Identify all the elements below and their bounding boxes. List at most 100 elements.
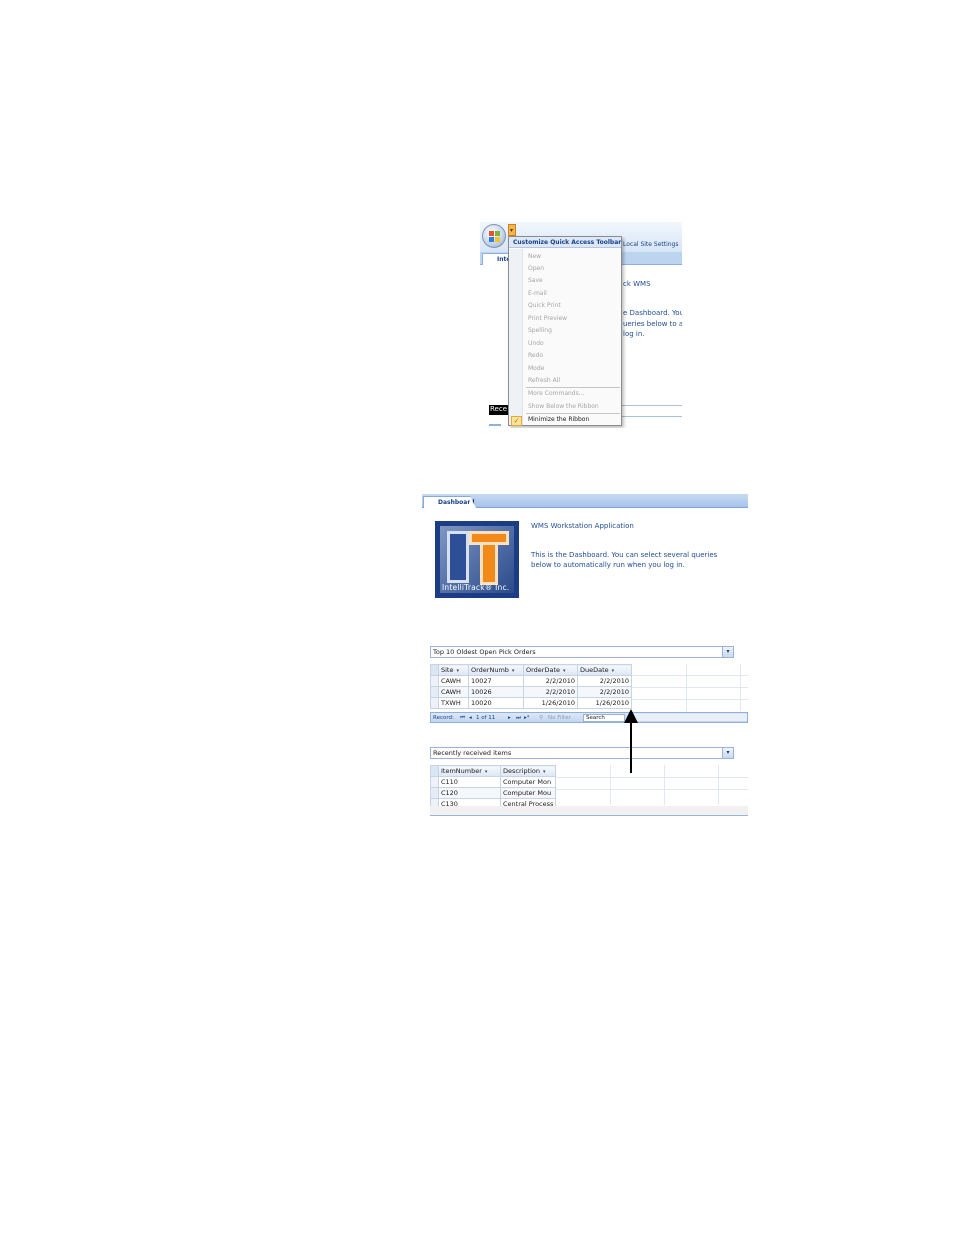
menu-item-minimize-ribbon[interactable]: Minimize the Ribbon [528, 416, 589, 423]
menu-icon-gutter [509, 249, 523, 425]
previous-record-icon[interactable]: ◂ [469, 715, 472, 721]
customize-qat-button[interactable]: ▾ [508, 224, 516, 236]
query-select-2[interactable]: Recently received items ▾ [430, 747, 734, 759]
grid-line [664, 765, 665, 805]
column-header-duedate[interactable]: DueDate ▾ [577, 664, 632, 676]
menu-item-mode[interactable]: Mode [528, 365, 544, 372]
grid-line [686, 664, 687, 711]
menu-item-quick-print[interactable]: Quick Print [528, 302, 561, 309]
sort-arrow-icon: ▾ [563, 668, 566, 674]
cell-ordernumber[interactable]: 10027 [468, 675, 524, 687]
office-logo-icon [489, 231, 501, 243]
office-button[interactable] [482, 224, 506, 248]
received-items-table: ItemNumber ▾ Description ▾ C110 Computer M… [430, 765, 557, 810]
menu-separator [526, 387, 620, 388]
column-header-orderdate[interactable]: OrderDate ▾ [523, 664, 578, 676]
menu-item-undo[interactable]: Undo [528, 340, 544, 347]
row-selector[interactable] [430, 776, 439, 788]
menu-item-spelling[interactable]: Spelling [528, 327, 552, 334]
table-row[interactable]: TXWH 10020 1/26/2010 1/26/2010 [430, 697, 632, 709]
menu-title: Customize Quick Access Toolbar [509, 237, 621, 248]
column-header-itemnumber[interactable]: ItemNumber ▾ [438, 765, 501, 777]
local-site-settings-tab[interactable]: Local Site Settings [623, 241, 679, 248]
grid-line [740, 664, 741, 711]
chevron-down-icon[interactable]: ▾ [722, 748, 733, 758]
menu-item-more-commands[interactable]: More Commands... [528, 390, 584, 397]
select-all-cell[interactable] [430, 664, 439, 676]
sort-arrow-icon: ▾ [484, 769, 488, 775]
cell-ordernumber[interactable]: 10026 [468, 686, 524, 698]
background-text: ueries below to a [623, 320, 682, 328]
next-record-icon[interactable]: ▸ [508, 715, 511, 721]
table-footer-area [430, 806, 748, 816]
menu-item-open[interactable]: Open [528, 265, 544, 272]
cell-duedate[interactable]: 2/2/2010 [577, 686, 632, 698]
menu-item-save[interactable]: Save [528, 277, 543, 284]
grid-line [632, 699, 748, 700]
funnel-icon: ⚲ [539, 715, 544, 721]
sort-arrow-icon: ▾ [456, 668, 459, 674]
row-selector[interactable] [430, 697, 439, 709]
search-input[interactable]: Search [583, 714, 625, 722]
cell-ordernumber[interactable]: 10020 [468, 697, 524, 709]
cell-description[interactable]: Computer Mon [499, 776, 557, 788]
last-record-icon[interactable]: ⏭ [516, 715, 521, 722]
table-row[interactable]: C110 Computer Mon [430, 776, 557, 788]
tab-dashboard[interactable]: Dashboard [423, 496, 476, 508]
query-select-value: Recently received items [433, 749, 512, 757]
table-row[interactable]: C120 Computer Mou [430, 787, 557, 799]
sort-arrow-icon: ▾ [511, 668, 515, 674]
chevron-down-icon[interactable]: ▾ [722, 647, 733, 657]
menu-item-refresh-all[interactable]: Refresh All [528, 377, 560, 384]
menu-separator [526, 413, 620, 414]
chevron-down-icon: ▾ [510, 227, 514, 234]
record-position[interactable]: 1 of 11 [476, 715, 495, 721]
checkmark-icon: ✓ [511, 416, 522, 426]
cell-site[interactable]: TXWH [438, 697, 469, 709]
first-record-icon[interactable]: ⏮ [460, 715, 465, 722]
column-header-ordernumber[interactable]: OrderNumb ▾ [468, 664, 524, 676]
menu-item-email[interactable]: E-mail [528, 290, 547, 297]
background-text: e Dashboard. You [623, 309, 682, 317]
menu-item-show-below-ribbon[interactable]: Show Below the Ribbon [528, 403, 599, 410]
column-header-description[interactable]: Description ▾ [499, 765, 557, 777]
no-filter-button[interactable]: No Filter [548, 715, 571, 721]
cell-itemnumber[interactable]: C120 [438, 787, 501, 799]
cell-orderdate[interactable]: 2/2/2010 [523, 686, 578, 698]
tab-intellitrack[interactable]: Inte [482, 253, 510, 265]
menu-item-redo[interactable]: Redo [528, 352, 543, 359]
table-row[interactable]: CAWH 10026 2/2/2010 2/2/2010 [430, 686, 632, 698]
table-row[interactable]: CAWH 10027 2/2/2010 2/2/2010 [430, 675, 632, 687]
column-header-site[interactable]: Site ▾ [438, 664, 469, 676]
select-all-cell[interactable] [430, 765, 439, 777]
query-select-value: Top 10 Oldest Open Pick Orders [433, 648, 536, 656]
cell-site[interactable]: CAWH [438, 686, 469, 698]
row-selector[interactable] [430, 675, 439, 687]
table-header-row: Site ▾ OrderNumb ▾ OrderDate ▾ DueDate ▾ [430, 664, 632, 676]
menu-item-print-preview[interactable]: Print Preview [528, 315, 567, 322]
menu-item-new[interactable]: New [528, 253, 541, 260]
grid-line [556, 789, 748, 790]
pick-orders-table: Site ▾ OrderNumb ▾ OrderDate ▾ DueDate ▾ CAW… [430, 664, 632, 709]
app-title: WMS Workstation Application [531, 522, 634, 530]
cell-duedate[interactable]: 1/26/2010 [577, 697, 632, 709]
cell-description[interactable]: Computer Mou [499, 787, 557, 799]
cell-orderdate[interactable]: 2/2/2010 [523, 675, 578, 687]
customize-qat-menu: Customize Quick Access Toolbar New Open … [508, 236, 622, 426]
new-record-icon[interactable]: ▸* [524, 715, 530, 721]
callout-arrow-head-icon [624, 709, 638, 723]
horizontal-scrollbar[interactable] [631, 714, 747, 721]
row-selector[interactable] [430, 686, 439, 698]
cell-orderdate[interactable]: 1/26/2010 [523, 697, 578, 709]
cell-site[interactable]: CAWH [438, 675, 469, 687]
logo-text: IntelliTrack® Inc. [442, 583, 510, 592]
quick-access-toolbar-screenshot: ▾ Inte Local Site Settings ck WMS e Dash… [480, 222, 682, 428]
cell-itemnumber[interactable]: C110 [438, 776, 501, 788]
sort-arrow-icon: ▾ [543, 769, 546, 775]
cell-duedate[interactable]: 2/2/2010 [577, 675, 632, 687]
grid-line [610, 765, 611, 805]
sort-arrow-icon: ▾ [611, 668, 615, 674]
intellitrack-logo: IntelliTrack® Inc. [435, 521, 519, 598]
query-select-1[interactable]: Top 10 Oldest Open Pick Orders ▾ [430, 646, 734, 658]
row-selector[interactable] [430, 787, 439, 799]
